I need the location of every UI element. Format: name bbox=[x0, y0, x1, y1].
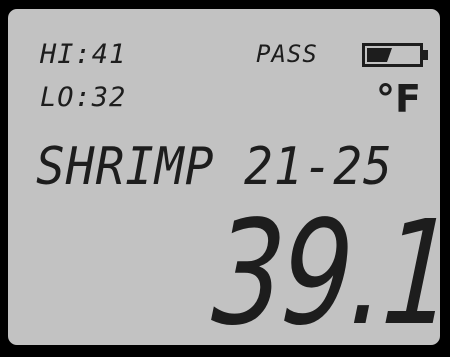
hi-reading: HI:41 bbox=[40, 39, 127, 70]
product-name: SHRIMP 21-25 bbox=[36, 137, 393, 197]
temperature-reading: 39.1 bbox=[208, 189, 450, 357]
unit-label: °F bbox=[376, 77, 421, 121]
lcd-screen: HI:41 LO:32 PASS °F SHRIMP 21-25 39.1 bbox=[5, 6, 450, 357]
battery-icon bbox=[362, 43, 428, 67]
lo-reading: LO:32 bbox=[40, 82, 127, 113]
status-label: PASS bbox=[256, 40, 318, 68]
